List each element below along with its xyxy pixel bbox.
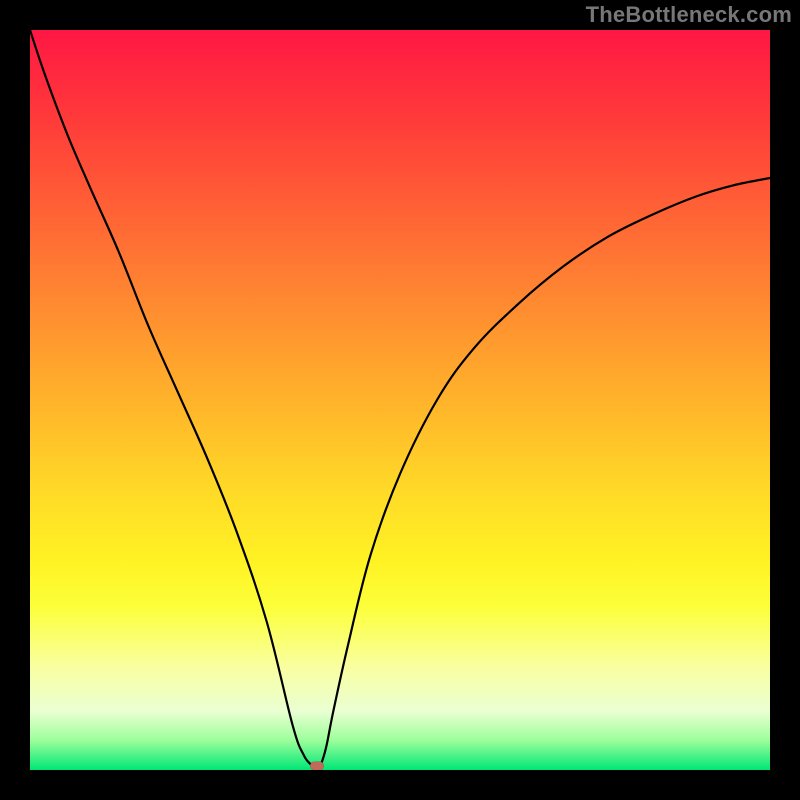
chart-frame: TheBottleneck.com (0, 0, 800, 800)
optimum-marker (310, 762, 324, 770)
plot-area (30, 30, 770, 770)
bottleneck-curve (30, 30, 770, 770)
watermark-text: TheBottleneck.com (586, 2, 792, 28)
curve-layer (30, 30, 770, 770)
